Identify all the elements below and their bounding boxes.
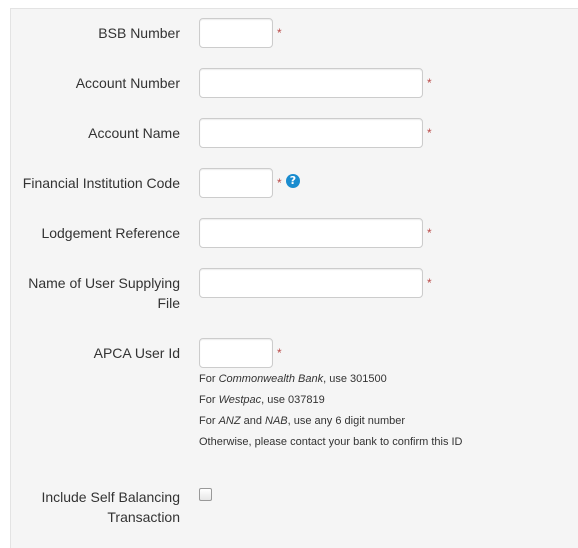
bsb-label: BSB Number [98, 25, 180, 41]
lodgement-reference-label: Lodgement Reference [41, 225, 180, 241]
fi-code-label: Financial Institution Code [22, 175, 180, 191]
apca-user-id-input[interactable] [199, 338, 273, 368]
fi-code-input[interactable] [199, 168, 273, 198]
account-number-label: Account Number [75, 75, 180, 91]
bsb-required-marker: * [277, 26, 282, 40]
apca-note-otherwise: Otherwise, please contact your bank to c… [199, 436, 463, 448]
apca-required-marker: * [277, 346, 282, 360]
user-supplying-label: Name of User Supplying File [10, 273, 180, 313]
question-circle-icon[interactable]: ? [286, 174, 300, 188]
user-supplying-input[interactable] [199, 268, 423, 298]
self-balancing-label-line1: Include Self Balancing [41, 489, 180, 505]
self-balancing-label: Include Self Balancing Transaction [10, 487, 180, 527]
user-supplying-label-line1: Name of User Supplying [28, 275, 180, 291]
apca-note-anz-nab: For ANZ and NAB, use any 6 digit number [199, 415, 406, 427]
bsb-input[interactable] [199, 18, 273, 48]
account-name-input[interactable] [199, 118, 423, 148]
apca-note-westpac: For Westpac, use 037819 [199, 394, 325, 406]
fi-code-required-marker: * [277, 176, 282, 190]
account-name-label: Account Name [88, 125, 180, 141]
lodgement-reference-required-marker: * [427, 226, 432, 240]
account-name-required-marker: * [427, 126, 432, 140]
self-balancing-checkbox[interactable] [199, 488, 212, 501]
account-number-input[interactable] [199, 68, 423, 98]
account-number-required-marker: * [427, 76, 432, 90]
self-balancing-label-line2: Transaction [107, 509, 180, 525]
user-supplying-required-marker: * [427, 276, 432, 290]
user-supplying-label-line2: File [157, 295, 180, 311]
lodgement-reference-input[interactable] [199, 218, 423, 248]
apca-user-id-label: APCA User Id [93, 345, 180, 361]
apca-note-commonwealth: For Commonwealth Bank, use 301500 [199, 373, 387, 385]
